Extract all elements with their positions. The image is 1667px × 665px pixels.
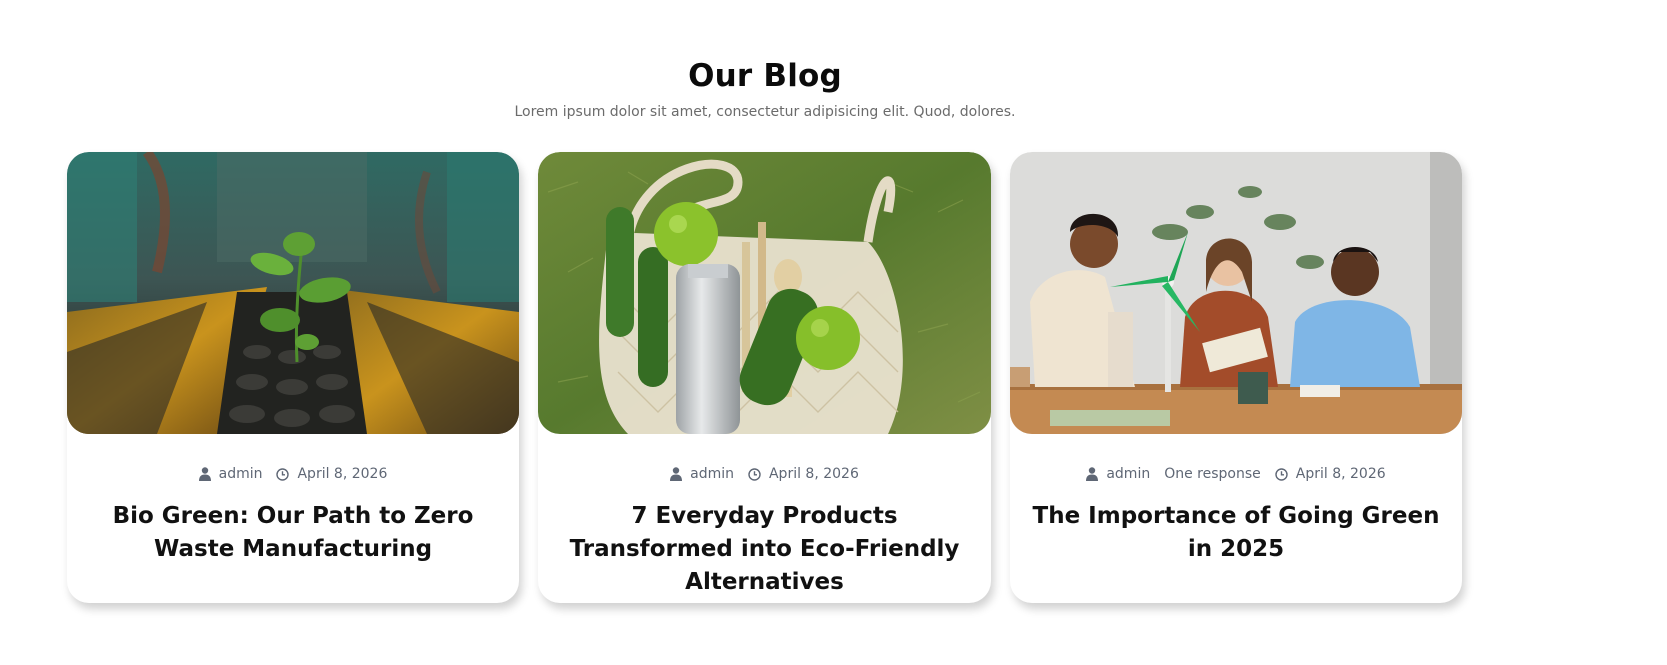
author-name: admin [690,466,734,482]
post-thumbnail[interactable] [67,152,519,434]
sprout-rails-image [67,152,519,434]
post-thumbnail[interactable] [1010,152,1462,434]
author-name: admin [218,466,263,482]
post-author[interactable]: admin [198,466,263,482]
post-title[interactable]: Bio Green: Our Path to Zero Waste Manufa… [87,500,499,566]
date-text: April 8, 2026 [768,466,859,482]
wind-turbine-team-image [1010,152,1462,434]
post-author[interactable]: admin [1086,466,1150,482]
clock-icon [276,467,290,481]
blog-card[interactable]: admin April 8, 2026 Bio Green: Our Path … [67,152,519,603]
author-name: admin [1106,466,1151,482]
post-date[interactable]: April 8, 2026 [1275,466,1386,482]
post-meta: admin One response April 8, 2026 [1010,466,1462,482]
post-thumbnail[interactable] [538,152,991,434]
date-text: April 8, 2026 [1295,466,1386,482]
section-subtitle: Lorem ipsum dolor sit amet, consectetur … [514,104,1016,120]
date-text: April 8, 2026 [297,466,388,482]
post-title[interactable]: The Importance of Going Green in 2025 [1030,500,1442,566]
post-meta: admin April 8, 2026 [67,466,519,482]
post-responses[interactable]: One response [1164,466,1261,482]
post-author[interactable]: admin [670,466,734,482]
blog-card[interactable]: admin April 8, 2026 7 Everyday Products … [538,152,991,603]
user-icon [1086,467,1099,481]
post-date[interactable]: April 8, 2026 [276,466,387,482]
clock-icon [1275,467,1288,481]
post-meta: admin April 8, 2026 [538,466,991,482]
clock-icon [748,467,761,481]
eco-bag-image [538,152,991,434]
blog-card[interactable]: admin One response April 8, 2026 The Imp… [1010,152,1462,603]
post-date[interactable]: April 8, 2026 [748,466,859,482]
user-icon [670,467,683,481]
blog-section: Our Blog Lorem ipsum dolor sit amet, con… [0,0,1667,665]
user-icon [198,467,211,481]
post-title[interactable]: 7 Everyday Products Transformed into Eco… [558,500,971,599]
section-title: Our Blog [688,58,842,94]
